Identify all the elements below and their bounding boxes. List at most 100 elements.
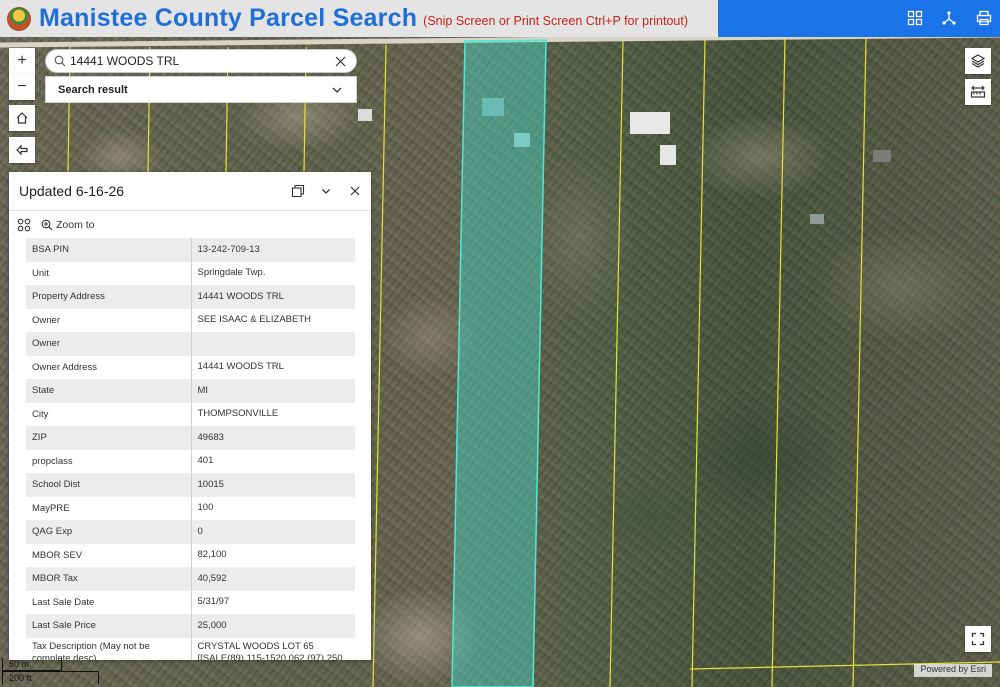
field-value: 14441 WOODS TRL xyxy=(191,355,355,379)
home-button[interactable] xyxy=(9,105,35,131)
field-name: Last Sale Date xyxy=(26,590,192,614)
field-value: THOMPSONVILLE xyxy=(191,402,355,426)
field-name: City xyxy=(26,402,192,426)
popup-header: Updated 6-16-26 xyxy=(9,172,371,210)
field-value: 14441 WOODS TRL xyxy=(191,285,355,309)
scale-bar: 50 m 200 ft xyxy=(2,658,100,685)
chevron-down-icon xyxy=(332,87,342,93)
field-name: Last Sale Price xyxy=(26,614,192,638)
field-name: QAG Exp xyxy=(26,520,192,544)
table-row: QAG Exp 0 xyxy=(26,520,355,544)
close-popup-button[interactable] xyxy=(346,182,364,200)
table-row: School Dist 10015 xyxy=(26,473,355,497)
apps-grid-icon[interactable] xyxy=(906,9,924,27)
fullscreen-icon xyxy=(971,632,985,646)
field-name: Tax Description (May not be complete des… xyxy=(26,637,192,660)
app-subtitle: (Snip Screen or Print Screen Ctrl+P for … xyxy=(423,14,688,28)
popup-body[interactable]: BSA PIN 13-242-709-13 Unit Springdale Twp. P… xyxy=(9,238,371,660)
field-name: State xyxy=(26,379,192,403)
field-value: 401 xyxy=(191,449,355,473)
esri-attribution: Powered by Esri xyxy=(914,664,992,677)
close-icon xyxy=(335,56,345,66)
field-name: School Dist xyxy=(26,473,192,497)
table-row: State MI xyxy=(26,379,355,403)
building xyxy=(358,109,372,121)
field-name: MayPRE xyxy=(26,496,192,520)
search-result-dropdown[interactable]: Search result xyxy=(45,76,357,103)
field-name: MBOR Tax xyxy=(26,567,192,591)
share-icon[interactable] xyxy=(940,9,958,27)
field-value: CRYSTAL WOODS LOT 65 [[SALE(89) 115-1520… xyxy=(191,637,355,660)
back-arrow-icon xyxy=(16,144,28,156)
search-input[interactable] xyxy=(70,54,330,68)
collapse-button[interactable] xyxy=(317,182,335,200)
field-name: Property Address xyxy=(26,285,192,309)
scale-metric: 50 m xyxy=(2,658,62,671)
scale-imperial: 200 ft xyxy=(2,671,99,684)
field-value: MI xyxy=(191,379,355,403)
table-row: MBOR Tax 40,592 xyxy=(26,567,355,591)
field-value: 82,100 xyxy=(191,543,355,567)
field-value: 40,592 xyxy=(191,567,355,591)
field-name: BSA PIN xyxy=(26,238,192,262)
dock-icon xyxy=(291,184,305,198)
table-row: Owner Address 14441 WOODS TRL xyxy=(26,355,355,379)
search-result-label: Search result xyxy=(58,83,128,96)
table-row: MBOR SEV 82,100 xyxy=(26,543,355,567)
table-row: Owner SEE ISAAC & ELIZABETH xyxy=(26,308,355,332)
field-name: propclass xyxy=(26,449,192,473)
zoom-in-button[interactable]: + xyxy=(9,48,35,74)
table-row: BSA PIN 13-242-709-13 xyxy=(26,238,355,262)
table-row: MayPRE 100 xyxy=(26,496,355,520)
field-value: 5/31/97 xyxy=(191,590,355,614)
fullscreen-button[interactable] xyxy=(965,626,991,652)
zoom-out-button[interactable]: − xyxy=(9,74,35,100)
field-value: Springdale Twp. xyxy=(191,261,355,285)
field-name: ZIP xyxy=(26,426,192,450)
field-value: 49683 xyxy=(191,426,355,450)
field-value xyxy=(191,332,355,356)
field-name: Owner xyxy=(26,308,192,332)
county-logo xyxy=(7,6,31,31)
table-row: Last Sale Price 25,000 xyxy=(26,614,355,638)
chevron-down-icon xyxy=(322,189,330,194)
title-area: Manistee County Parcel Search (Snip Scre… xyxy=(0,0,718,37)
search-icon xyxy=(54,55,66,67)
field-value: SEE ISAAC & ELIZABETH xyxy=(191,308,355,332)
print-icon[interactable] xyxy=(975,9,993,27)
zoom-to-button[interactable]: Zoom to xyxy=(41,219,95,231)
field-name: Owner Address xyxy=(26,355,192,379)
back-button[interactable] xyxy=(9,137,35,163)
layers-icon xyxy=(970,54,986,68)
table-row: ZIP 49683 xyxy=(26,426,355,450)
feature-popup: Updated 6-16-26 Zoom to BSA PIN 13-242-70… xyxy=(9,172,371,660)
layers-button[interactable] xyxy=(965,48,991,74)
field-name: Unit xyxy=(26,261,192,285)
measure-button[interactable] xyxy=(965,79,991,105)
field-value: 0 xyxy=(191,520,355,544)
table-row: Tax Description (May not be complete des… xyxy=(26,637,355,660)
table-row: Property Address 14441 WOODS TRL xyxy=(26,285,355,309)
table-row: Unit Springdale Twp. xyxy=(26,261,355,285)
selected-parcel[interactable] xyxy=(451,39,547,687)
building xyxy=(810,214,824,224)
field-value: 10015 xyxy=(191,473,355,497)
table-row: propclass 401 xyxy=(26,449,355,473)
field-value: 13-242-709-13 xyxy=(191,238,355,262)
dock-button[interactable] xyxy=(289,182,307,200)
popup-title: Updated 6-16-26 xyxy=(19,183,125,199)
zoom-to-label: Zoom to xyxy=(56,218,95,231)
more-options-icon[interactable] xyxy=(17,218,31,232)
popup-actions: Zoom to xyxy=(9,210,371,238)
attribute-table: BSA PIN 13-242-709-13 Unit Springdale Twp. P… xyxy=(26,238,355,660)
search-box[interactable] xyxy=(45,49,357,73)
close-icon xyxy=(350,186,360,196)
table-row: Last Sale Date 5/31/97 xyxy=(26,590,355,614)
field-name: MBOR SEV xyxy=(26,543,192,567)
zoom-icon xyxy=(41,219,53,230)
building xyxy=(660,145,676,165)
clear-search-button[interactable] xyxy=(330,51,350,71)
measure-icon xyxy=(970,85,986,98)
field-value: 25,000 xyxy=(191,614,355,638)
field-value: 100 xyxy=(191,496,355,520)
